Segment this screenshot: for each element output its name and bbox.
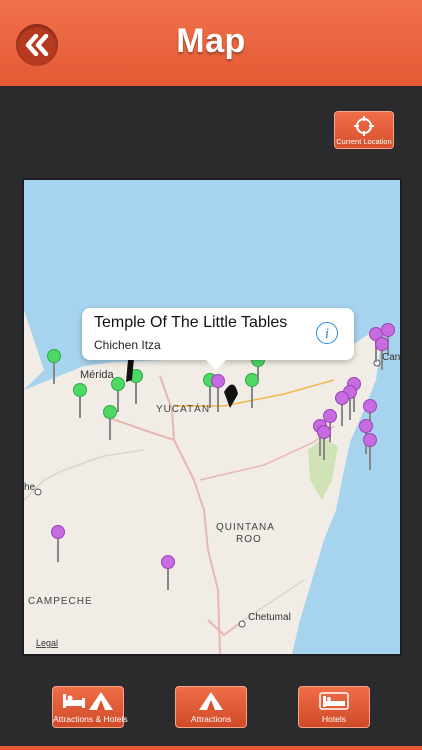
tab-attractions[interactable]: Attractions xyxy=(175,686,247,728)
map-legal-link: Legal xyxy=(36,638,58,648)
current-location-label: Current Location xyxy=(336,137,392,146)
tab-attractions-label: Attractions xyxy=(190,714,232,724)
current-location-button[interactable]: Current Location xyxy=(334,111,394,149)
bottom-accent-line xyxy=(0,746,422,750)
crosshair-icon xyxy=(354,116,374,136)
map-view[interactable]: Mérida YUCATÁN QUINTANA ROO CAMPECHE Che… xyxy=(22,178,402,656)
tab-hotels-label: Hotels xyxy=(321,714,347,724)
tab-hotels[interactable]: Hotels xyxy=(298,686,370,728)
map-canvas[interactable]: Mérida YUCATÁN QUINTANA ROO CAMPECHE Che… xyxy=(24,180,400,654)
page-title: Map xyxy=(176,22,246,60)
tent-icon xyxy=(199,692,223,710)
bed-and-tent-icon xyxy=(63,692,113,710)
header: Map xyxy=(0,0,422,86)
map-label-yucatan: YUCATÁN xyxy=(156,402,210,415)
map-label-roo: ROO xyxy=(236,534,262,545)
map-label-edge: he xyxy=(24,482,36,493)
map-label-cancun: Can xyxy=(382,352,400,363)
map-callout[interactable]: Temple Of The Little Tables Chichen Itza… xyxy=(82,308,354,370)
map-label-chetumal: Chetumal xyxy=(248,612,291,623)
callout-title: Temple Of The Little Tables xyxy=(94,314,288,331)
map-label-merida: Mérida xyxy=(80,369,115,381)
tab-attractions-hotels[interactable]: Attractions & Hotels xyxy=(52,686,128,728)
map-label-campeche: CAMPECHE xyxy=(28,596,93,607)
callout-subtitle: Chichen Itza xyxy=(94,338,161,352)
bed-icon xyxy=(319,692,349,710)
map-label-quintana: QUINTANA xyxy=(216,522,275,533)
tab-attractions-hotels-label: Attractions & Hotels xyxy=(53,714,128,724)
info-icon[interactable]: i xyxy=(316,322,338,344)
